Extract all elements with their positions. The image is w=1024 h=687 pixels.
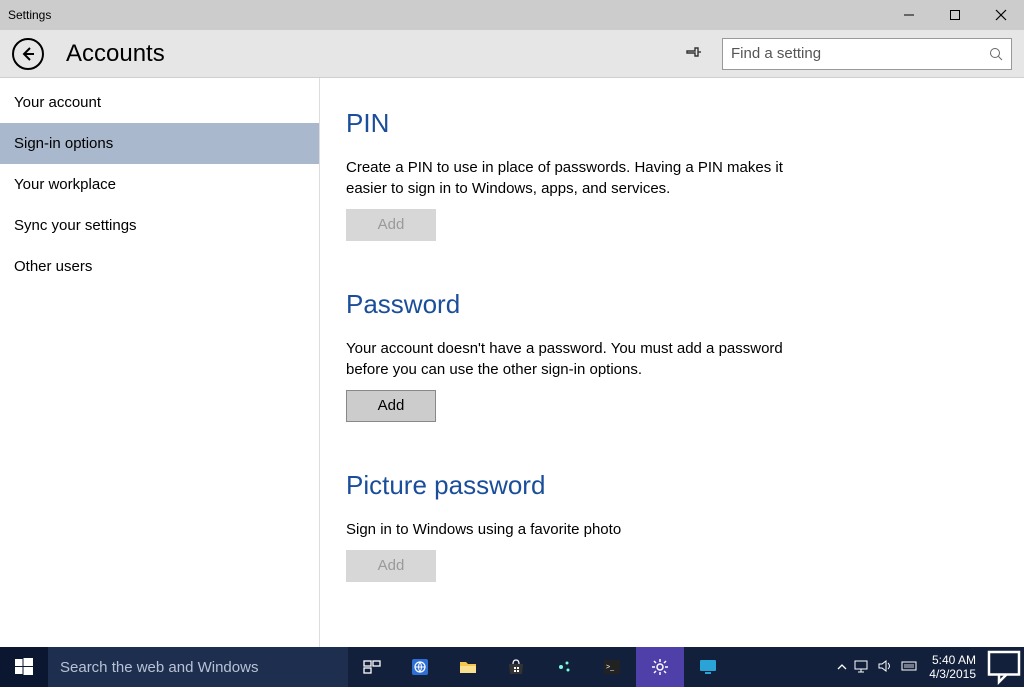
picture-password-add-button: Add (346, 550, 436, 582)
picture-password-section-title: Picture password (346, 470, 998, 501)
maximize-button[interactable] (932, 0, 978, 30)
taskbar-search[interactable]: Search the web and Windows (48, 647, 348, 687)
pin-section-title: PIN (346, 108, 998, 139)
search-placeholder: Find a setting (731, 45, 989, 62)
start-button[interactable] (0, 647, 48, 687)
sidebar-item-sign-in-options[interactable]: Sign-in options (0, 123, 319, 164)
sidebar-item-sync-settings[interactable]: Sync your settings (0, 205, 319, 246)
taskbar-settings-button[interactable] (636, 647, 684, 687)
windows-logo-icon (15, 658, 33, 676)
monitor-icon (698, 657, 718, 677)
task-view-button[interactable] (348, 647, 396, 687)
minimize-button[interactable] (886, 0, 932, 30)
tray-overflow-button[interactable] (831, 647, 853, 687)
sparkle-icon (554, 657, 574, 677)
sidebar-item-your-workplace[interactable]: Your workplace (0, 164, 319, 205)
tray-volume-button[interactable] (877, 658, 893, 677)
task-view-icon (362, 657, 382, 677)
svg-text:>_: >_ (606, 664, 614, 671)
pin-icon (684, 45, 702, 63)
tray-network-button[interactable] (853, 658, 869, 677)
content-area: Your account Sign-in options Your workpl… (0, 78, 1024, 647)
volume-icon (877, 658, 893, 674)
titlebar: Settings (0, 0, 1024, 30)
taskbar-edge-button[interactable] (396, 647, 444, 687)
sidebar-item-other-users[interactable]: Other users (0, 246, 319, 287)
search-input[interactable]: Find a setting (722, 38, 1012, 70)
taskbar-clock[interactable]: 5:40 AM 4/3/2015 (921, 647, 984, 687)
password-section-desc: Your account doesn't have a password. Yo… (346, 338, 816, 380)
picture-password-section-desc: Sign in to Windows using a favorite phot… (346, 519, 816, 540)
taskbar-apps: >_ (348, 647, 732, 687)
window-title: Settings (8, 8, 51, 22)
sidebar: Your account Sign-in options Your workpl… (0, 78, 320, 647)
back-button[interactable] (12, 38, 44, 70)
terminal-icon: >_ (602, 657, 622, 677)
window-controls (886, 0, 1024, 30)
network-icon (853, 658, 869, 674)
chevron-up-icon (837, 662, 847, 672)
pin-window-button[interactable] (684, 45, 702, 63)
taskbar-search-placeholder: Search the web and Windows (60, 659, 258, 676)
store-icon (506, 657, 526, 677)
gear-icon (650, 657, 670, 677)
clock-time: 5:40 AM (929, 653, 976, 667)
close-button[interactable] (978, 0, 1024, 30)
sidebar-item-your-account[interactable]: Your account (0, 82, 319, 123)
header-bar: Accounts Find a setting (0, 30, 1024, 78)
taskbar-terminal-button[interactable]: >_ (588, 647, 636, 687)
taskbar: Search the web and Windows >_ (0, 647, 1024, 687)
keyboard-icon (901, 658, 917, 674)
pin-add-button: Add (346, 209, 436, 241)
folder-icon (458, 657, 478, 677)
taskbar-explorer-button[interactable] (444, 647, 492, 687)
pin-section-desc: Create a PIN to use in place of password… (346, 157, 816, 199)
action-center-button[interactable] (984, 647, 1024, 687)
main-panel: PIN Create a PIN to use in place of pass… (320, 78, 1024, 647)
notification-icon (984, 647, 1024, 687)
search-icon (989, 47, 1003, 61)
system-tray (853, 647, 921, 687)
arrow-left-icon (20, 46, 36, 62)
tray-keyboard-button[interactable] (901, 658, 917, 677)
password-section-title: Password (346, 289, 998, 320)
page-title: Accounts (66, 40, 165, 68)
taskbar-monitor-button[interactable] (684, 647, 732, 687)
taskbar-app-button[interactable] (540, 647, 588, 687)
taskbar-store-button[interactable] (492, 647, 540, 687)
password-add-button[interactable]: Add (346, 390, 436, 422)
globe-icon (410, 657, 430, 677)
clock-date: 4/3/2015 (929, 667, 976, 681)
